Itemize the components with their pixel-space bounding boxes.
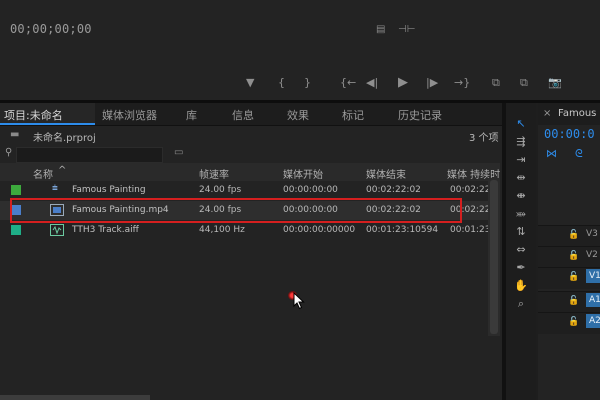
track-label[interactable]: A1 <box>586 293 600 307</box>
project-filename: 未命名.prproj <box>33 133 96 144</box>
col-name[interactable]: 名称 <box>33 166 53 181</box>
rolling-edit-tool-icon[interactable]: ⇹ <box>512 171 530 185</box>
audio-clip-icon <box>50 224 64 236</box>
mark-out-button[interactable]: } <box>304 77 311 89</box>
linked-selection-icon[interactable]: ᘓ <box>575 147 583 161</box>
col-media-start[interactable]: 媒体开始 <box>283 166 323 181</box>
item-name: Famous Painting <box>72 185 146 195</box>
slip-tool-icon[interactable]: ⇅ <box>512 225 530 239</box>
slide-tool-icon[interactable]: ⇔ <box>512 243 530 257</box>
zoom-tool-icon[interactable]: ⌕ <box>512 297 530 311</box>
go-to-in-button[interactable]: {← <box>340 77 356 89</box>
search-icon: ⚲ <box>5 147 13 158</box>
horizontal-scrollbar[interactable] <box>0 395 150 400</box>
timeline-timecode[interactable]: 00:00:0 <box>544 127 595 141</box>
sequence-icon: ⩧ <box>52 183 58 194</box>
timeline-tab[interactable]: × Famous P <box>538 103 600 125</box>
filmstrip-icon[interactable]: ▤ <box>376 24 385 35</box>
track-a2[interactable]: 🔓 A2 <box>538 312 600 334</box>
lock-icon[interactable]: 🔓 <box>568 272 579 282</box>
tools-panel: ↖ ⇶ ⇥ ⇹ ⇼ ⤘ ⇅ ⇔ ✒ ✋ ⌕ <box>506 103 536 400</box>
camera-icon[interactable]: 📷 <box>548 77 562 89</box>
track-v2[interactable]: 🔓 V2 <box>538 246 600 268</box>
lock-icon[interactable]: 🔓 <box>568 230 579 240</box>
tab-project[interactable]: 项目:未命名 <box>4 107 63 123</box>
play-button[interactable]: ▶ <box>398 76 408 89</box>
lock-icon[interactable]: 🔓 <box>568 317 579 327</box>
tab-markers[interactable]: 标记 <box>342 107 364 123</box>
item-media-end: 00:01:23:10594 <box>366 225 439 235</box>
tab-history[interactable]: 历史记录 <box>398 107 442 123</box>
tab-library[interactable]: 库 <box>186 107 197 123</box>
add-marker-button[interactable]: ▼ <box>246 77 254 89</box>
monitor-timecode[interactable]: 00;00;00;00 <box>10 22 92 36</box>
tab-info[interactable]: 信息 <box>232 107 254 123</box>
selection-tool-icon[interactable]: ↖ <box>512 117 530 131</box>
panel-tabs: 项目:未命名 媒体浏览器 库 信息 效果 标记 历史记录 <box>0 103 502 126</box>
go-to-out-button[interactable]: →} <box>454 77 470 89</box>
program-monitor: 00;00;00;00 ▤ ⊣⊢ ▼ { } {← ◀| ▶ |▶ →} ⧉ ⧉… <box>0 0 600 100</box>
label-color-swatch[interactable] <box>11 185 21 195</box>
item-media-start: 00:00:00:00 <box>283 185 338 195</box>
track-label[interactable]: V3 <box>586 229 598 239</box>
item-duration: 00:02:22 <box>450 185 491 195</box>
track-select-tool-icon[interactable]: ⇶ <box>512 135 530 149</box>
sort-asc-icon[interactable]: ^ <box>58 165 66 176</box>
sequence-name: Famous P <box>558 108 600 119</box>
column-header: 名称 ^ 帧速率 媒体开始 媒体结束 媒体 持续时 <box>0 163 500 181</box>
hand-tool-icon[interactable]: ✋ <box>512 279 530 293</box>
project-panel: 项目:未命名 媒体浏览器 库 信息 效果 标记 历史记录 ▬ 未命名.prpro… <box>0 103 502 400</box>
item-fps: 24.00 fps <box>199 185 242 195</box>
timeline-panel: × Famous P 00:00:0 ⋈ ᘓ 🔓 V3 🔓 V2 🔓 V1 🔓 A1 🔓… <box>538 103 600 400</box>
col-fps[interactable]: 帧速率 <box>199 166 229 181</box>
lock-icon[interactable]: 🔓 <box>568 251 579 261</box>
track-v1[interactable]: 🔓 V1 <box>538 267 600 289</box>
mouse-cursor-icon <box>293 292 305 310</box>
step-back-button[interactable]: ◀| <box>366 77 378 89</box>
export-frame-icon[interactable]: ⊣⊢ <box>398 24 415 35</box>
step-forward-button[interactable]: |▶ <box>426 77 438 89</box>
ripple-edit-tool-icon[interactable]: ⇥ <box>512 153 530 167</box>
track-v3[interactable]: 🔓 V3 <box>538 225 600 247</box>
scrollbar-thumb[interactable] <box>490 180 498 334</box>
item-count: 3 个项 <box>469 133 499 144</box>
lock-icon[interactable]: 🔓 <box>568 296 579 306</box>
folder-icon: ▬ <box>10 129 20 140</box>
track-label[interactable]: A2 <box>586 314 600 328</box>
track-label[interactable]: V2 <box>586 250 598 260</box>
extract-button[interactable]: ⧉ <box>520 77 528 89</box>
razor-tool-icon[interactable]: ⤘ <box>512 207 530 221</box>
mark-in-button[interactable]: { <box>278 77 285 89</box>
track-a1[interactable]: 🔓 A1 <box>538 291 600 313</box>
col-media-end[interactable]: 媒体结束 <box>366 166 406 181</box>
new-bin-icon[interactable]: ▭ <box>174 147 183 158</box>
label-color-swatch[interactable] <box>11 225 21 235</box>
tab-media-browser[interactable]: 媒体浏览器 <box>102 107 157 123</box>
tab-effects[interactable]: 效果 <box>287 107 309 123</box>
item-media-end: 00:02:22:02 <box>366 185 421 195</box>
search-bar: ⚲ ▭ <box>0 145 502 165</box>
lift-button[interactable]: ⧉ <box>492 77 500 89</box>
item-name: TTH3 Track.aiff <box>72 225 139 235</box>
item-duration: 00:01:23 <box>450 225 491 235</box>
snap-icon[interactable]: ⋈ <box>546 147 557 160</box>
project-info-bar: ▬ 未命名.prproj 3 个项 <box>0 125 502 145</box>
rate-stretch-tool-icon[interactable]: ⇼ <box>512 189 530 203</box>
search-input[interactable] <box>16 147 163 163</box>
table-row[interactable]: TTH3 Track.aiff 44,100 Hz 00:00:00:00000… <box>0 221 500 240</box>
pen-tool-icon[interactable]: ✒ <box>512 261 530 275</box>
selection-highlight-box <box>10 198 462 223</box>
close-icon[interactable]: × <box>543 108 551 119</box>
item-media-start: 00:00:00:00000 <box>283 225 356 235</box>
item-fps: 44,100 Hz <box>199 225 245 235</box>
track-label[interactable]: V1 <box>586 269 600 283</box>
